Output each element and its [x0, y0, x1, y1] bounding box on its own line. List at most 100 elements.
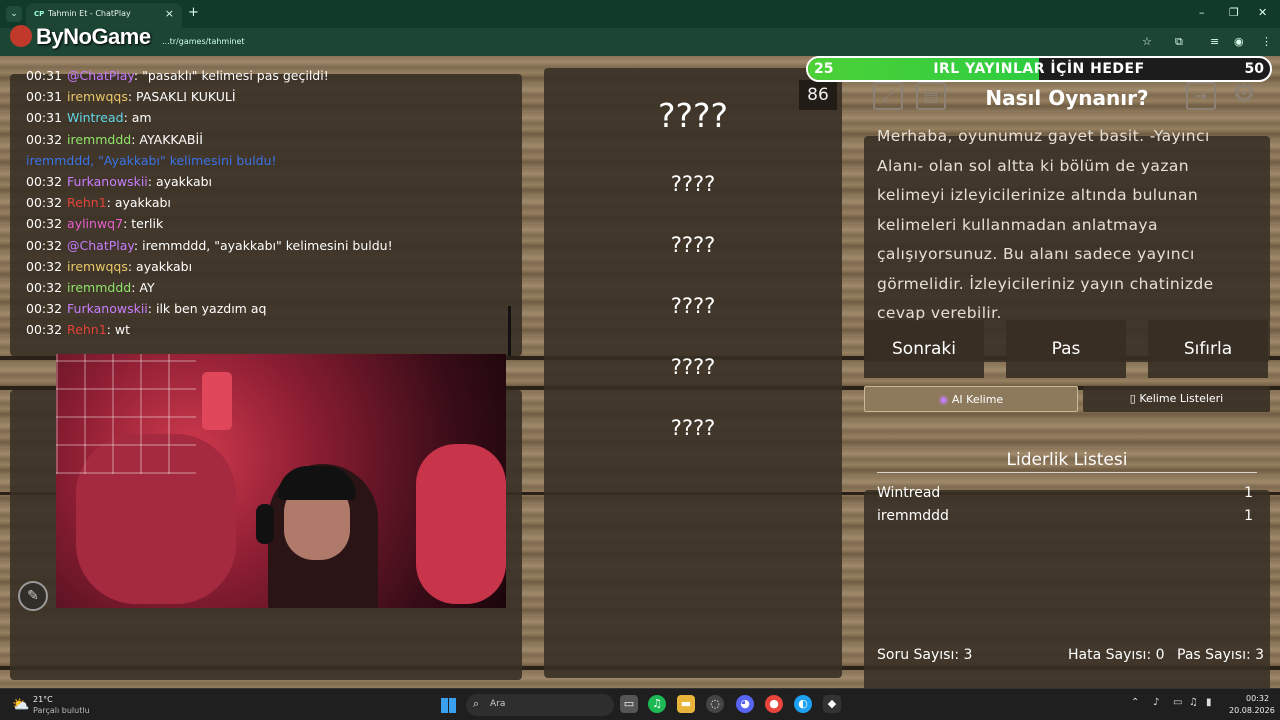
next-button[interactable]: Sonraki — [864, 320, 984, 378]
chat-username[interactable]: Rehn1 — [67, 195, 107, 210]
phone-shape — [202, 372, 232, 430]
how-to-play-title: Nasıl Oynanır? — [985, 86, 1149, 110]
windows-start-icon[interactable] — [441, 698, 456, 713]
chat-username[interactable]: iremmddd — [67, 280, 131, 295]
search-icon: ⌕ — [473, 697, 480, 710]
chat-text: : wt — [106, 322, 130, 338]
hidden-word: ???? — [670, 233, 716, 257]
headphone-shape — [256, 504, 274, 544]
mic-icon[interactable]: ♪ — [1153, 697, 1159, 708]
chat-username[interactable]: aylinwq7 — [67, 216, 123, 231]
extensions-icon[interactable]: ⧉ — [1175, 35, 1183, 49]
chat-username[interactable]: @ChatPlay — [67, 68, 134, 83]
bynogame-logo: ByNoGame — [10, 24, 151, 50]
weather-temp[interactable]: 21°C — [33, 695, 53, 704]
chat-text: : ilk ben yazdım aq — [147, 301, 267, 317]
main-word: ???? — [657, 96, 729, 135]
chat-scrollbar[interactable] — [508, 306, 511, 356]
clock-time[interactable]: 00:32 — [1246, 694, 1269, 703]
close-window-icon[interactable]: ✕ — [1258, 6, 1267, 19]
app-icon[interactable]: ◌ — [706, 695, 724, 713]
chat-text: : iremmddd, "ayakkabı" kelimesini buldu! — [133, 237, 393, 253]
discord-icon[interactable]: ◕ — [736, 695, 754, 713]
chat-username[interactable]: iremwqqs — [67, 259, 128, 274]
chat-message: 00:31 @ChatPlay: "pasaklı" kelimesi pas g… — [26, 68, 329, 83]
pen-icon[interactable]: ✎ — [18, 581, 48, 611]
tab-title: Tahmin Et - ChatPlay — [48, 9, 131, 18]
menu-icon[interactable]: ⋮ — [1261, 35, 1272, 48]
close-tab-icon[interactable]: × — [165, 7, 174, 20]
chat-text: : terlik — [123, 216, 164, 232]
chat-username[interactable]: iremwqqs — [67, 89, 128, 104]
tab-favicon: CP — [34, 10, 45, 18]
chrome-icon[interactable]: ● — [765, 695, 783, 713]
how-to-play-text: Merhaba, oyunumuz gayet basit. -Yayıncı … — [877, 127, 1214, 322]
edge-icon[interactable]: ◐ — [794, 695, 812, 713]
new-tab-icon[interactable]: + — [188, 5, 199, 20]
hidden-word: ???? — [670, 172, 716, 196]
chevron-up-icon[interactable]: ⌃ — [1131, 697, 1139, 708]
hidden-word: ???? — [670, 416, 716, 440]
chat-username[interactable]: Furkanowskii — [67, 301, 148, 316]
word-lists-tab[interactable]: ▯ Kelime Listeleri — [1083, 386, 1270, 412]
search-placeholder: Ara — [490, 699, 506, 709]
profile-icon[interactable]: ◉ — [1234, 35, 1244, 48]
chat-text: : AYAKKABİİ — [131, 131, 203, 147]
chat-username[interactable]: Wintread — [67, 110, 124, 125]
chat-message: 00:31 Wintread: am — [26, 110, 152, 125]
hidden-word: ???? — [670, 355, 716, 379]
tab-search-icon[interactable]: ⌄ — [6, 6, 22, 22]
chat-message: 00:32 iremmddd: AY — [26, 280, 155, 295]
reset-button[interactable]: Sıfırla — [1148, 320, 1268, 378]
chat-text: : ayakkabı — [147, 174, 213, 189]
pass-button[interactable]: Pas — [1006, 320, 1126, 378]
logo-mark-icon — [10, 25, 32, 47]
clock-date[interactable]: 20.08.2026 — [1229, 706, 1275, 715]
chat-message: 00:32 Furkanowskii: ayakkabı — [26, 174, 212, 189]
task-view-icon[interactable]: ▭ — [620, 695, 638, 713]
chat-message: 00:32 iremmddd: AYAKKABİİ — [26, 132, 203, 147]
goal-target: 50 — [1244, 61, 1264, 77]
chat-text: : PASAKLI KUKULİ — [127, 89, 236, 105]
chat-username[interactable]: Rehn1 — [67, 322, 107, 337]
leaderboard-panel — [864, 490, 1270, 720]
leaderboard-row: Wintread 1 — [877, 485, 1257, 501]
file-explorer-icon[interactable]: ▬ — [677, 695, 695, 713]
chat-time: 00:32 — [26, 237, 63, 253]
taskbar-search[interactable]: ⌕ Ara — [466, 694, 614, 716]
chat-message: 00:32 Rehn1: ayakkabı — [26, 195, 171, 210]
leaderboard-divider — [877, 472, 1257, 473]
webcam-video — [56, 354, 506, 608]
chat-message: 00:32 aylinwq7: terlik — [26, 216, 163, 231]
display-icon[interactable]: ▭ — [1173, 697, 1182, 708]
volume-icon[interactable]: ♫ — [1189, 697, 1198, 708]
goal-progress-bar: 25 IRL YAYINLAR İÇİN HEDEF 50 — [806, 56, 1272, 82]
spotify-icon[interactable]: ♫ — [648, 695, 666, 713]
leaderboard-score: 1 — [1244, 485, 1253, 501]
app-icon[interactable]: ◆ — [823, 695, 841, 713]
minimize-icon[interactable]: – — [1199, 6, 1205, 19]
chat-username[interactable]: Furkanowskii — [67, 174, 148, 189]
pass-count: Pas Sayısı: 3 — [1177, 647, 1265, 663]
media-icon[interactable]: ≡ — [1210, 35, 1219, 48]
chat-text: : AY — [131, 280, 155, 295]
ai-word-label: AI Kelime — [951, 393, 1004, 406]
weather-icon[interactable]: ⛅ — [12, 697, 29, 713]
bookmark-star-icon[interactable]: ☆ — [1142, 35, 1152, 48]
leaderboard-score: 1 — [1244, 508, 1253, 524]
chat-time: 00:32 — [26, 216, 63, 232]
chat-username[interactable]: @ChatPlay — [67, 238, 134, 253]
list-icon: ▯ — [1129, 392, 1140, 405]
chat-time: 00:32 — [26, 322, 63, 338]
url-field[interactable]: ...tr/games/tahminet — [162, 37, 245, 46]
streamer-hair — [278, 466, 356, 500]
ai-word-tab[interactable]: ◉ AI Kelime — [864, 386, 1078, 412]
leaderboard-name: iremmddd — [877, 508, 949, 524]
ai-icon: ◉ — [938, 393, 952, 406]
chat-username[interactable]: iremmddd — [67, 132, 131, 147]
chat-username[interactable]: iremmddd, "Ayakkabı" kelimesini buldu! — [26, 153, 277, 168]
restore-icon[interactable]: ❐ — [1229, 6, 1239, 19]
battery-icon[interactable]: ▮ — [1206, 697, 1212, 708]
chat-time: 00:31 — [26, 110, 63, 126]
weather-desc[interactable]: Parçalı bulutlu — [33, 706, 90, 715]
